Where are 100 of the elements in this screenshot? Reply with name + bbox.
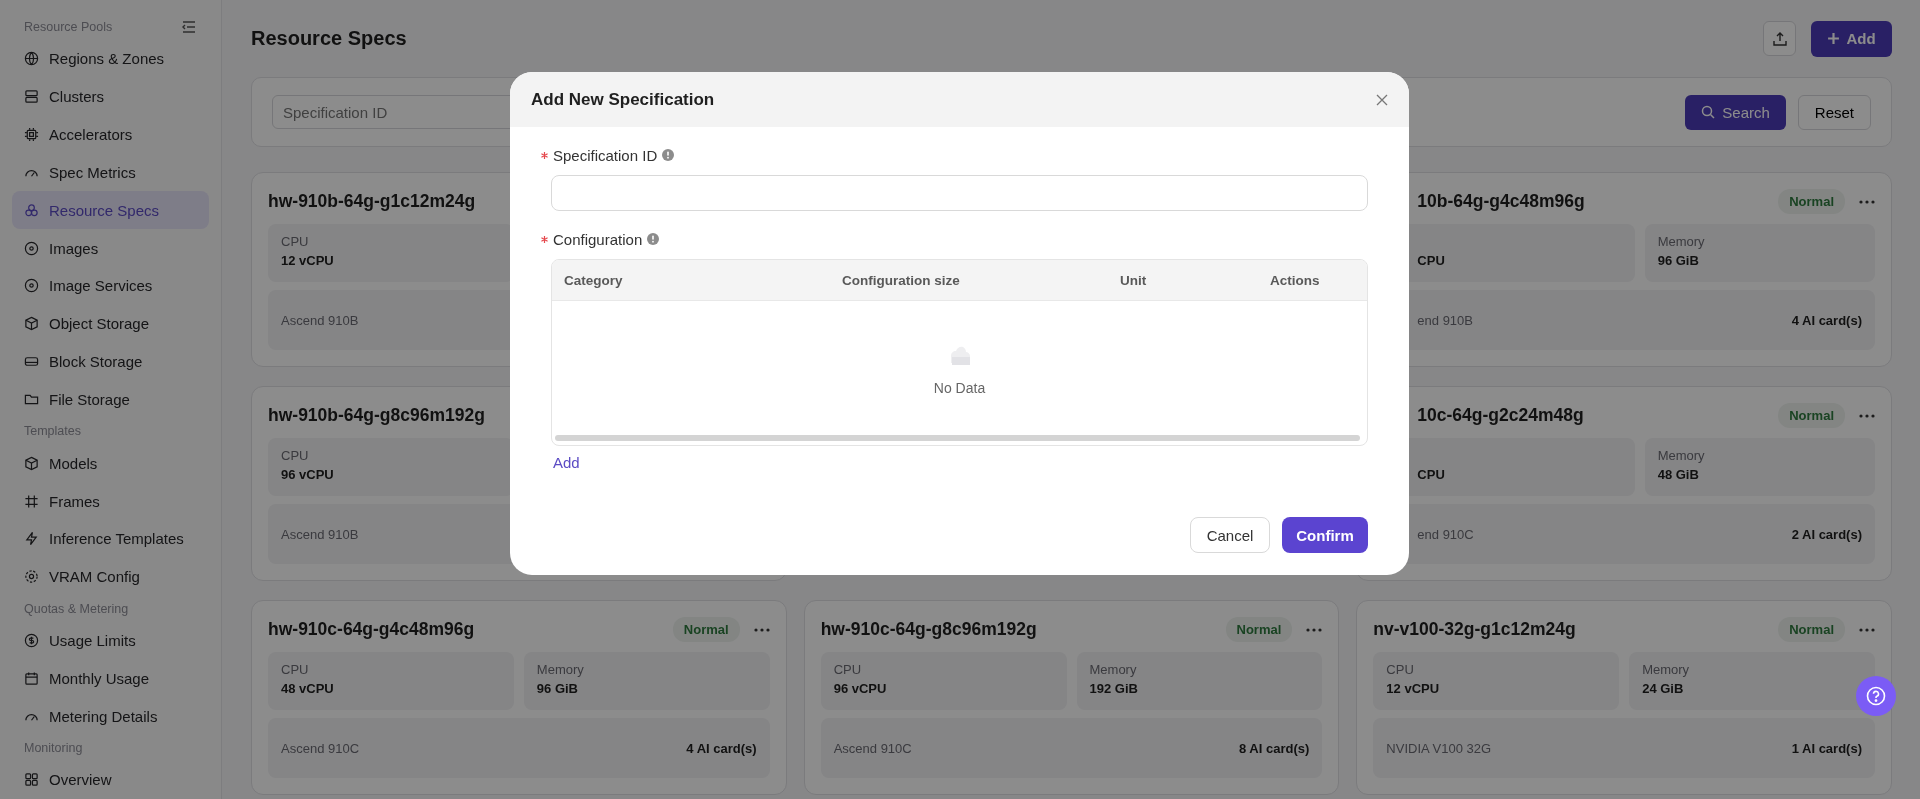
column-header: Unit bbox=[1119, 272, 1148, 288]
card-count: 8 AI card(s) bbox=[1239, 740, 1310, 756]
confirm-button[interactable]: Confirm bbox=[1282, 517, 1368, 553]
stat-value: 96 GiB bbox=[536, 681, 579, 696]
stat-label: CPU bbox=[281, 234, 310, 249]
export-button[interactable] bbox=[1763, 21, 1796, 56]
stat-value: 48 vCPU bbox=[281, 681, 335, 696]
nav-item[interactable]: Inference Templates bbox=[12, 519, 209, 558]
stat-label: Memory bbox=[1089, 662, 1138, 677]
nav-icon bbox=[24, 531, 39, 547]
accelerator-name: Ascend 910B bbox=[281, 312, 359, 328]
field-label: Specification ID bbox=[553, 146, 658, 164]
card-count: 2 AI card(s) bbox=[1791, 526, 1862, 542]
stat-value: 12 vCPU bbox=[1386, 681, 1441, 696]
empty-text: No Data bbox=[933, 380, 986, 396]
required-icon bbox=[541, 151, 548, 159]
spec-name: hw-910b-64g-g8c96m192g bbox=[268, 405, 485, 426]
nav-item[interactable]: Metering Details bbox=[12, 697, 209, 736]
question-icon bbox=[1866, 686, 1886, 706]
nav-icon bbox=[24, 670, 39, 686]
nav-icon bbox=[24, 202, 39, 218]
section-label: Quotas & Metering bbox=[24, 601, 129, 616]
nav-item[interactable]: Monthly Usage bbox=[12, 659, 209, 698]
nav-item[interactable]: Overview bbox=[12, 761, 209, 799]
section-label: Templates bbox=[24, 424, 81, 439]
status-badge: Normal bbox=[1778, 403, 1845, 428]
nav-item[interactable]: Regions & Zones bbox=[12, 39, 209, 78]
menu-icon[interactable] bbox=[181, 18, 197, 35]
spec-name: 10b-64g-g4c48m96g bbox=[1416, 191, 1585, 212]
nav-item[interactable]: Object Storage bbox=[12, 304, 209, 343]
nav-icon bbox=[24, 51, 39, 67]
stat-label: CPU bbox=[281, 448, 310, 463]
info-icon bbox=[647, 233, 660, 245]
nav-icon bbox=[24, 127, 39, 143]
more-icon[interactable] bbox=[1859, 413, 1875, 418]
input-field[interactable] bbox=[551, 175, 1368, 211]
nav-icon bbox=[24, 772, 39, 788]
nav-item[interactable]: Accelerators bbox=[12, 115, 209, 154]
add-button[interactable]: Add bbox=[1811, 20, 1892, 57]
stat-value: 96 vCPU bbox=[833, 681, 888, 696]
more-icon[interactable] bbox=[753, 627, 770, 632]
search-button[interactable]: Search bbox=[1685, 94, 1786, 130]
nav-icon bbox=[24, 240, 39, 256]
accelerator-name: Ascend 910C bbox=[833, 740, 912, 756]
info-icon bbox=[662, 149, 675, 161]
stat-value: CPU bbox=[1417, 467, 1446, 482]
close-icon[interactable] bbox=[1375, 92, 1389, 107]
stat-value: 192 GiB bbox=[1089, 681, 1139, 696]
stat-value: 96 vCPU bbox=[281, 467, 335, 482]
nav-item[interactable]: Clusters bbox=[12, 77, 209, 116]
stat-label: Memory bbox=[1657, 234, 1706, 249]
page-title: Resource Specs bbox=[251, 27, 407, 50]
nav-item[interactable]: VRAM Config bbox=[12, 557, 209, 596]
stat-value: 48 GiB bbox=[1657, 467, 1700, 482]
spec-name: hw-910b-64g-g1c12m24g bbox=[268, 191, 476, 212]
add-link[interactable]: Add bbox=[553, 454, 580, 471]
reset-button[interactable]: Reset bbox=[1797, 94, 1871, 130]
stat-label: CPU bbox=[281, 662, 310, 677]
column-header: Configuration size bbox=[841, 272, 961, 288]
card-count: 4 AI card(s) bbox=[1791, 312, 1862, 328]
spec-name: nv-v100-32g-g1c12m24g bbox=[1373, 619, 1576, 640]
nav-item[interactable]: Block Storage bbox=[12, 342, 209, 381]
accelerator-name: end 910B bbox=[1417, 312, 1473, 328]
column-header: Actions bbox=[1269, 272, 1321, 288]
nav-item[interactable]: Images bbox=[12, 229, 209, 267]
more-icon[interactable] bbox=[1859, 199, 1875, 204]
stat-value: 12 vCPU bbox=[281, 253, 335, 268]
nav-item[interactable]: Models bbox=[12, 444, 209, 483]
more-icon[interactable] bbox=[1306, 627, 1323, 632]
status-badge: Normal bbox=[672, 617, 740, 642]
stat-label: CPU bbox=[1386, 662, 1415, 677]
nav-item[interactable]: Usage Limits bbox=[12, 621, 209, 660]
stat-value: CPU bbox=[1417, 253, 1446, 268]
more-icon[interactable] bbox=[1859, 627, 1875, 632]
nav-item[interactable]: Frames bbox=[12, 482, 209, 520]
stat-label: Memory bbox=[1642, 662, 1691, 677]
stat-label: Memory bbox=[536, 662, 585, 677]
cancel-button[interactable]: Cancel bbox=[1190, 517, 1270, 553]
required-icon bbox=[541, 235, 548, 243]
column-header: Category bbox=[563, 272, 624, 288]
nav-item[interactable]: Image Services bbox=[12, 267, 209, 305]
nav-item[interactable]: File Storage bbox=[12, 380, 209, 419]
stat-label: Memory bbox=[1657, 448, 1706, 463]
nav-item[interactable]: Spec Metrics bbox=[12, 153, 209, 192]
plus-icon bbox=[1827, 32, 1841, 45]
spec-name: hw-910c-64g-g8c96m192g bbox=[820, 619, 1037, 640]
accelerator-name: Ascend 910B bbox=[281, 526, 359, 542]
spec-name: 10c-64g-g2c24m48g bbox=[1416, 405, 1584, 426]
nav-icon bbox=[24, 316, 39, 332]
nav-item[interactable]: Resource Specs bbox=[12, 191, 209, 230]
status-badge: Normal bbox=[1778, 189, 1845, 214]
accelerator-name: Ascend 910C bbox=[281, 740, 360, 756]
nav-icon bbox=[24, 278, 39, 294]
upload-icon bbox=[1771, 30, 1788, 47]
nav-icon bbox=[24, 493, 39, 509]
nav-icon bbox=[24, 89, 39, 105]
nav-icon bbox=[24, 455, 39, 471]
spec-name: hw-910c-64g-g4c48m96g bbox=[268, 619, 475, 640]
status-badge: Normal bbox=[1778, 617, 1845, 642]
card-count: 1 AI card(s) bbox=[1791, 740, 1862, 756]
